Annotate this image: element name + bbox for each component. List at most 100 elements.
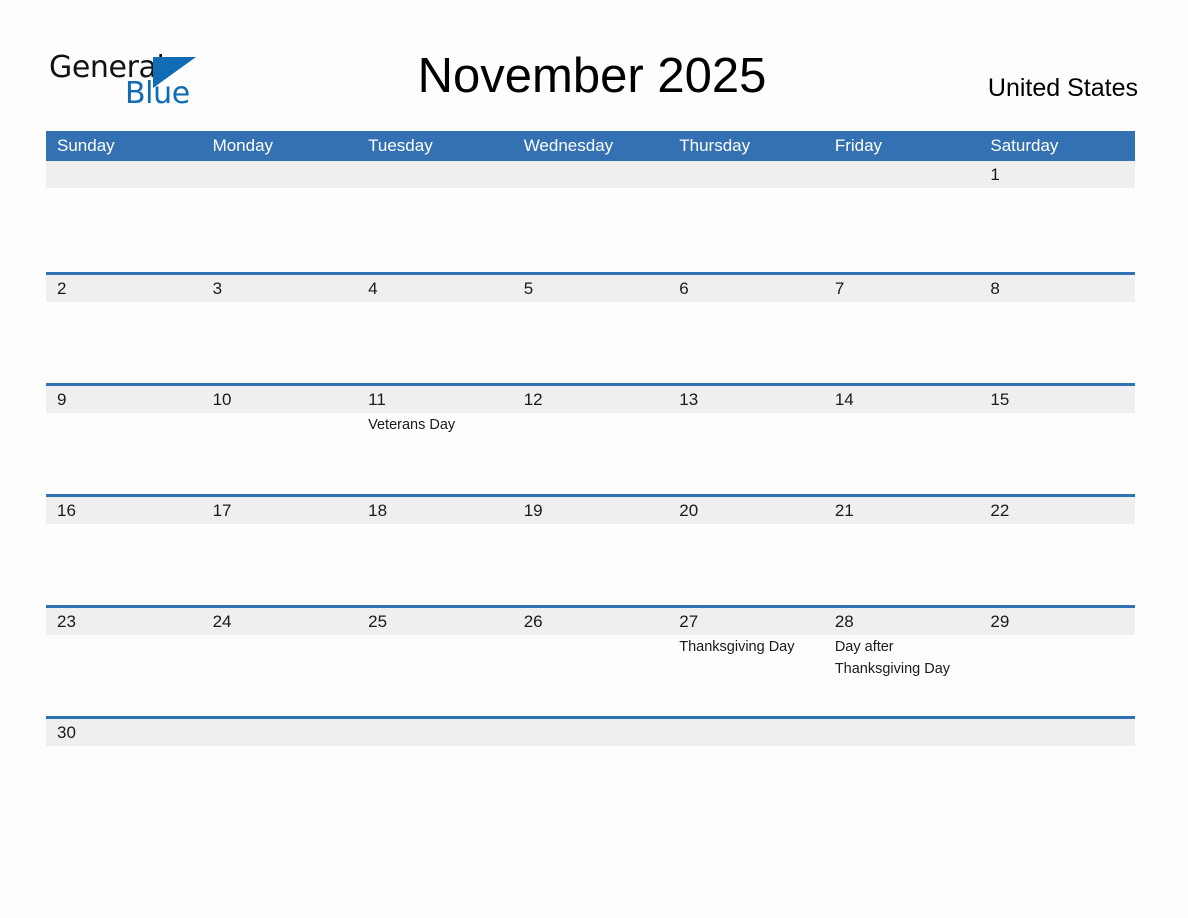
- day-cell-10[interactable]: 10: [202, 386, 358, 494]
- day-cell-11[interactable]: 11 Veterans Day: [357, 386, 513, 494]
- day-cell-9[interactable]: 9: [46, 386, 202, 494]
- day-number: [835, 161, 980, 188]
- day-cells: 9 10 11 Veterans Day 12 13 14 15: [46, 386, 1135, 494]
- weekday-header-sunday: Sunday: [57, 136, 115, 155]
- day-cells: 30: [46, 719, 1135, 746]
- day-cell-empty: [357, 719, 513, 746]
- day-cell-28[interactable]: 28 Day after Thanksgiving Day: [824, 608, 980, 716]
- day-cell-3[interactable]: 3: [202, 275, 358, 383]
- day-number: 1: [990, 165, 1000, 184]
- day-number: [679, 161, 824, 188]
- day-number: 19: [523, 501, 543, 520]
- day-cells: 16 17 18 19 20 21 22: [46, 497, 1135, 605]
- day-events: Day after Thanksgiving Day: [835, 635, 980, 680]
- calendar-grid: Sunday Monday Tuesday Wednesday Thursday Frid…: [46, 131, 1135, 746]
- day-number: 11: [368, 390, 386, 409]
- day-number: 26: [523, 612, 543, 631]
- day-number: [368, 719, 513, 746]
- day-cells: 2 3 4 5 6 7 8: [46, 275, 1135, 383]
- day-cell-empty: [824, 161, 980, 272]
- region-label: United States: [987, 74, 1138, 102]
- day-cell-empty: [357, 161, 513, 272]
- day-number: 27: [679, 612, 699, 631]
- day-cell-8[interactable]: 8: [979, 275, 1135, 383]
- day-number: [524, 719, 669, 746]
- day-number: 5: [523, 279, 534, 298]
- day-number: [835, 719, 980, 746]
- day-number: 20: [679, 501, 699, 520]
- day-cell-16[interactable]: 16: [46, 497, 202, 605]
- day-number: 13: [679, 390, 699, 409]
- day-cell-13[interactable]: 13: [668, 386, 824, 494]
- day-cell-5[interactable]: 5: [513, 275, 669, 383]
- day-cell-21[interactable]: 21: [824, 497, 980, 605]
- day-cell-empty: [824, 719, 980, 746]
- day-cell-23[interactable]: 23: [46, 608, 202, 716]
- calendar-week-row: 16 17 18 19 20 21 22: [46, 494, 1135, 605]
- day-cell-26[interactable]: 26: [513, 608, 669, 716]
- day-number: 23: [57, 612, 76, 631]
- day-number: 4: [368, 279, 378, 298]
- day-number: [57, 161, 202, 188]
- day-cell-empty: [513, 161, 669, 272]
- day-cell-24[interactable]: 24: [202, 608, 358, 716]
- day-cell-empty: [979, 719, 1135, 746]
- day-cell-19[interactable]: 19: [513, 497, 669, 605]
- day-cell-14[interactable]: 14: [824, 386, 980, 494]
- day-number: 28: [834, 612, 854, 631]
- weekday-header-monday: Monday: [212, 136, 274, 155]
- day-cell-4[interactable]: 4: [357, 275, 513, 383]
- day-cell-empty: [46, 161, 202, 272]
- day-cell-7[interactable]: 7: [824, 275, 980, 383]
- day-cell-12[interactable]: 12: [513, 386, 669, 494]
- day-cell-2[interactable]: 2: [46, 275, 202, 383]
- day-cell-29[interactable]: 29: [979, 608, 1135, 716]
- weekday-header-friday: Friday: [834, 136, 883, 155]
- day-number: 30: [57, 723, 76, 742]
- day-cells: 23 24 25 26 27 Thanksgiving Day 28 Day after Th…: [46, 608, 1135, 716]
- calendar-body: 1 2 3 4 5 6 7 8 9 10 11 Veterans Day 12 13 14 15 16 17 18 1…: [46, 161, 1135, 746]
- day-number: [213, 161, 358, 188]
- day-number: 14: [834, 390, 854, 409]
- holiday-label: Day after Thanksgiving Day: [834, 639, 951, 677]
- day-number: 16: [57, 501, 76, 520]
- day-cells: 1: [46, 161, 1135, 272]
- day-number: [213, 719, 358, 746]
- day-number: [679, 719, 824, 746]
- day-number: 22: [990, 501, 1010, 520]
- day-cell-20[interactable]: 20: [668, 497, 824, 605]
- day-number: 10: [212, 390, 232, 409]
- day-cell-1[interactable]: 1: [979, 161, 1135, 272]
- calendar-week-row: 9 10 11 Veterans Day 12 13 14 15: [46, 383, 1135, 494]
- day-cell-27[interactable]: 27 Thanksgiving Day: [668, 608, 824, 716]
- day-number: [368, 161, 513, 188]
- weekday-header-tuesday: Tuesday: [368, 136, 433, 155]
- day-cell-empty: [513, 719, 669, 746]
- day-number: 21: [834, 501, 854, 520]
- holiday-label: Veterans Day: [368, 417, 456, 433]
- page-header: General Blue November 2025 United States: [46, 40, 1138, 120]
- day-number: [990, 719, 1135, 746]
- holiday-label: Thanksgiving Day: [679, 639, 795, 655]
- calendar-week-row: 2 3 4 5 6 7 8: [46, 272, 1135, 383]
- day-cell-25[interactable]: 25: [357, 608, 513, 716]
- day-cell-15[interactable]: 15: [979, 386, 1135, 494]
- calendar-week-row: 30: [46, 716, 1135, 746]
- weekday-header-thursday: Thursday: [679, 136, 751, 155]
- day-cell-empty: [668, 719, 824, 746]
- day-cell-22[interactable]: 22: [979, 497, 1135, 605]
- day-cell-17[interactable]: 17: [202, 497, 358, 605]
- day-cell-empty: [202, 161, 358, 272]
- calendar-week-row: 1: [46, 161, 1135, 272]
- day-cell-18[interactable]: 18: [357, 497, 513, 605]
- day-number: 18: [368, 501, 388, 520]
- day-number: 15: [990, 390, 1010, 409]
- day-number: 3: [212, 279, 223, 298]
- day-number: 2: [57, 279, 67, 298]
- day-number: 17: [212, 501, 232, 520]
- day-number: 9: [57, 390, 67, 409]
- day-cell-6[interactable]: 6: [668, 275, 824, 383]
- day-number: 24: [212, 612, 232, 631]
- day-cell-30[interactable]: 30: [46, 719, 202, 746]
- day-number: 8: [990, 279, 1000, 298]
